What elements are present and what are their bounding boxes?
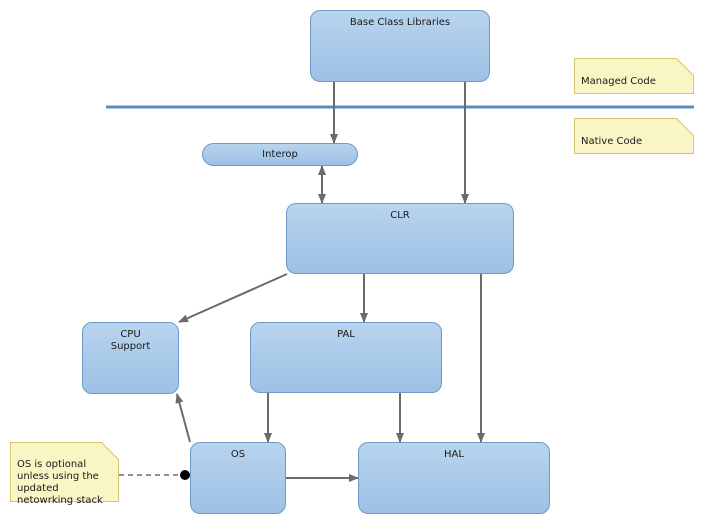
node-label: PAL — [337, 329, 355, 340]
diagram-canvas: Base Class Libraries Interop CLR CPU Sup… — [0, 0, 703, 523]
node-clr[interactable]: CLR — [286, 203, 514, 274]
node-label: HAL — [444, 449, 464, 460]
node-label: OS — [230, 449, 246, 460]
node-label: Interop — [262, 149, 298, 160]
note-managed-code[interactable]: Managed Code — [574, 58, 694, 94]
node-base-class-libraries[interactable]: Base Class Libraries — [310, 10, 490, 82]
note-text: Managed Code — [581, 76, 656, 87]
node-hal[interactable]: HAL — [358, 442, 550, 514]
node-label: CPU Support — [110, 329, 151, 352]
node-label: Base Class Libraries — [349, 17, 451, 28]
edge-os-cpu[interactable] — [175, 393, 191, 443]
note-fold-icon — [676, 58, 694, 76]
note-text: Native Code — [581, 136, 643, 147]
note-native-code[interactable]: Native Code — [574, 118, 694, 154]
node-os[interactable]: OS — [190, 442, 286, 514]
node-label: CLR — [390, 210, 410, 221]
note-os-optional[interactable]: OS is optional unless using the updated … — [10, 442, 119, 506]
note-fold-icon — [676, 118, 694, 136]
anchor-dot — [180, 470, 190, 480]
note-fold-icon — [101, 442, 119, 460]
node-interop[interactable]: Interop — [202, 143, 358, 166]
edge-clr-cpu[interactable] — [178, 273, 288, 323]
note-text: OS is optional unless using the updated … — [17, 459, 103, 506]
node-pal[interactable]: PAL — [250, 322, 442, 393]
node-cpu-support[interactable]: CPU Support — [82, 322, 179, 394]
